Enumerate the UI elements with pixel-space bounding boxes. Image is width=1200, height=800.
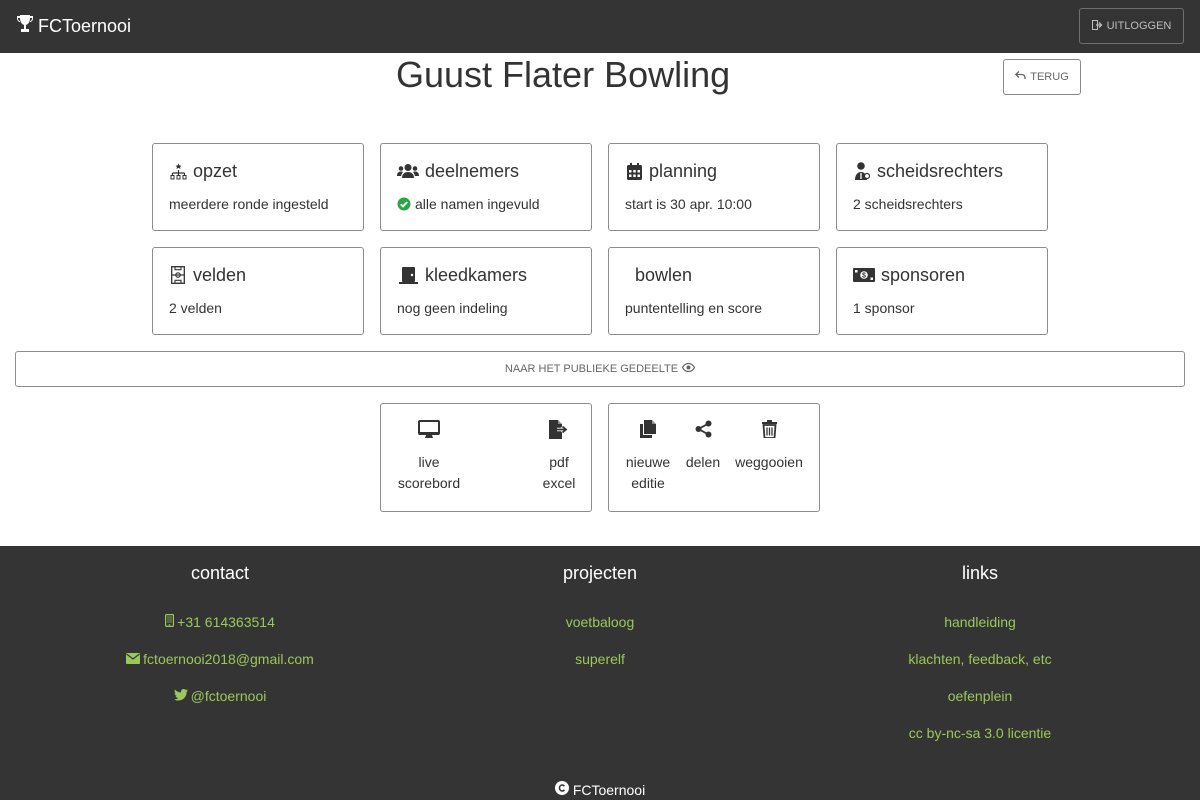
- card-title: scheidsrechters: [877, 160, 1004, 181]
- card-velden[interactable]: velden 2 velden: [152, 247, 364, 335]
- svg-text:$: $: [862, 273, 866, 280]
- delete-button[interactable]: weggooien: [735, 418, 803, 473]
- card-subtitle: start is 30 apr. 10:00: [625, 196, 752, 212]
- eye-icon: [678, 362, 696, 375]
- share-button[interactable]: delen: [685, 418, 721, 473]
- check-circle-icon: [397, 197, 411, 211]
- action-label-line1: delen: [685, 454, 721, 470]
- card-sponsoren[interactable]: $ sponsoren 1 sponsor: [836, 247, 1048, 335]
- card-subtitle: 1 sponsor: [853, 300, 915, 316]
- card-subtitle: alle namen ingevuld: [415, 196, 540, 212]
- top-navbar: FCToernooi uitloggen: [0, 0, 1200, 53]
- email-address: fctoernooi2018@gmail.com: [143, 650, 314, 667]
- sign-out-icon: [1091, 19, 1107, 33]
- footer-contact: contact +31 614363514 fctoernooi2018@gma…: [30, 546, 410, 704]
- footer-link[interactable]: cc by-nc-sa 3.0 licentie: [790, 724, 1170, 741]
- copyright-icon: [554, 781, 573, 798]
- door-icon: [397, 266, 419, 284]
- logout-button[interactable]: uitloggen: [1079, 8, 1184, 44]
- copyright-label: FCToernooi: [572, 781, 646, 798]
- footer-links-title: links: [961, 563, 998, 583]
- card-opzet[interactable]: opzet meerdere ronde ingesteld: [152, 143, 364, 231]
- reply-icon: [1015, 71, 1030, 83]
- twitter-icon: [173, 688, 191, 704]
- live-scoreboard-button[interactable]: live scorebord: [397, 418, 461, 494]
- action-label-line1: pdf: [549, 454, 569, 470]
- footer: contact +31 614363514 fctoernooi2018@gma…: [0, 546, 1200, 800]
- action-label-line2: excel: [542, 475, 576, 491]
- card-title: opzet: [193, 160, 238, 181]
- card-title: planning: [649, 160, 718, 181]
- brand-name: FCToernooi: [38, 15, 132, 36]
- footer-projects: projecten voetbaloog superelf: [410, 546, 790, 667]
- logout-label: uitloggen: [1106, 20, 1172, 32]
- footer-link[interactable]: klachten, feedback, etc: [790, 650, 1170, 667]
- card-subtitle: meerdere ronde ingesteld: [169, 196, 329, 212]
- card-deelnemers[interactable]: deelnemers alle namen ingevuld: [380, 143, 592, 231]
- trash-icon: [761, 418, 777, 440]
- back-label: terug: [1030, 71, 1069, 83]
- money-icon: $: [853, 266, 875, 284]
- public-page-button[interactable]: naar het publieke gedeelte: [15, 351, 1185, 387]
- brand-logo[interactable]: FCToernooi: [16, 14, 132, 39]
- copy-icon: [640, 418, 656, 440]
- card-subtitle: puntentelling en score: [625, 300, 762, 316]
- actions-manage-box: nieuwe editie delen weggooien: [608, 403, 820, 512]
- actions-view-box: live scorebord pdf excel: [380, 403, 592, 512]
- action-label-line1: weggooien: [735, 454, 803, 470]
- sitemap-icon: [169, 162, 187, 180]
- card-title: bowlen: [635, 264, 693, 285]
- card-planning[interactable]: planning start is 30 apr. 10:00: [608, 143, 820, 231]
- file-export-icon: [548, 418, 570, 440]
- card-title: velden: [193, 264, 247, 285]
- public-page-label: naar het publieke gedeelte: [504, 363, 679, 375]
- share-icon: [695, 418, 712, 440]
- card-subtitle: nog geen indeling: [397, 300, 508, 316]
- phone-link[interactable]: +31 614363514: [30, 613, 410, 630]
- twitter-link[interactable]: @fctoernooi: [30, 687, 410, 704]
- card-title: kleedkamers: [425, 264, 528, 285]
- card-subtitle: 2 scheidsrechters: [853, 196, 963, 212]
- twitter-handle: @fctoernooi: [190, 687, 267, 704]
- referee-icon: [853, 162, 871, 180]
- back-button[interactable]: terug: [1003, 59, 1081, 95]
- new-edition-button[interactable]: nieuwe editie: [625, 418, 671, 494]
- project-link[interactable]: voetbaloog: [410, 613, 790, 630]
- mobile-icon: [165, 613, 177, 630]
- copyright: FCToernooi: [0, 781, 1200, 798]
- card-scheidsrechters[interactable]: scheidsrechters 2 scheidsrechters: [836, 143, 1048, 231]
- card-title: sponsoren: [881, 264, 966, 285]
- pdf-excel-button[interactable]: pdf excel: [539, 418, 579, 494]
- action-label-line1: live: [418, 454, 440, 470]
- footer-link[interactable]: handleiding: [790, 613, 1170, 630]
- card-bowlen[interactable]: bowlen puntentelling en score: [608, 247, 820, 335]
- action-label-line2: scorebord: [397, 475, 461, 491]
- envelope-icon: [126, 651, 143, 667]
- action-label-line1: nieuwe: [625, 454, 671, 470]
- users-icon: [397, 162, 419, 180]
- footer-links: links handleiding klachten, feedback, et…: [790, 546, 1170, 741]
- email-link[interactable]: fctoernooi2018@gmail.com: [30, 650, 410, 667]
- card-title: deelnemers: [425, 160, 520, 181]
- field-icon: [169, 266, 187, 284]
- footer-contact-title: contact: [190, 563, 250, 583]
- calendar-icon: [625, 162, 643, 180]
- action-label-line2: editie: [631, 475, 665, 491]
- phone-number: +31 614363514: [177, 613, 275, 630]
- footer-projects-title: projecten: [562, 563, 638, 583]
- monitor-icon: [418, 418, 440, 440]
- card-subtitle: 2 velden: [169, 300, 222, 316]
- footer-link[interactable]: oefenplein: [790, 687, 1170, 704]
- bowling-icon: [625, 266, 629, 284]
- trophy-icon: [16, 14, 38, 39]
- page-title: Guust Flater Bowling: [396, 54, 731, 95]
- card-kleedkamers[interactable]: kleedkamers nog geen indeling: [380, 247, 592, 335]
- project-link[interactable]: superelf: [410, 650, 790, 667]
